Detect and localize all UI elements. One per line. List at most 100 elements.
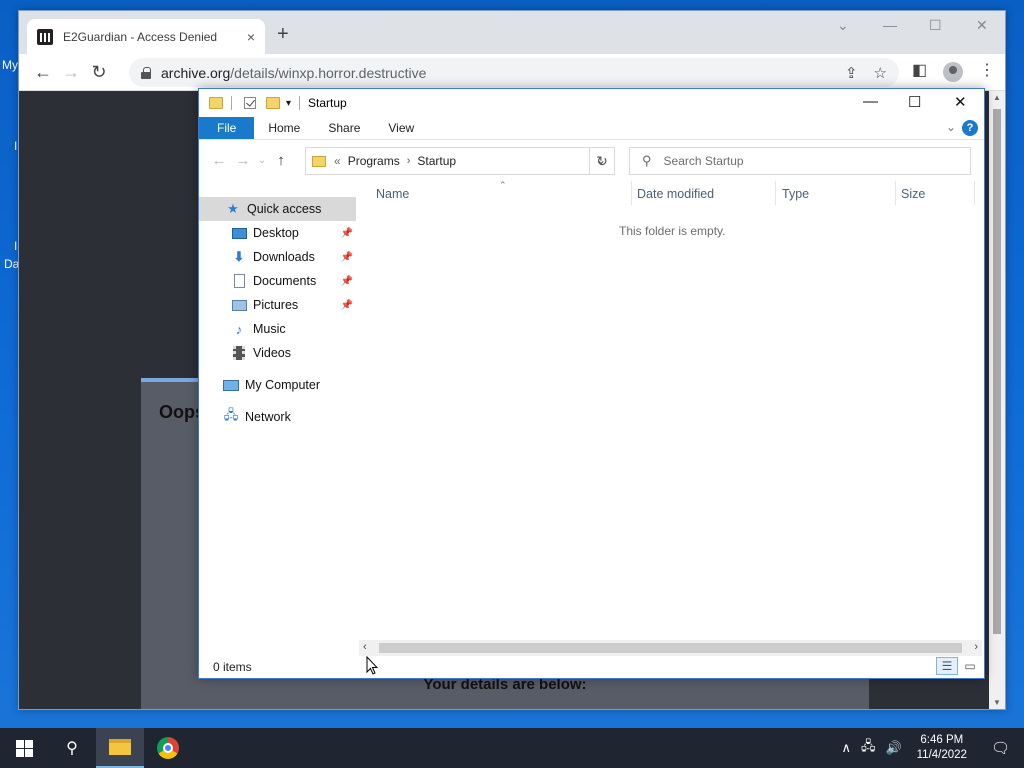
file-explorer-window: ▾ Startup — ☐ ✕ File Home Share View ⌄ ?… <box>198 88 985 679</box>
breadcrumb-programs[interactable]: Programs <box>348 154 400 168</box>
forward-arrow-icon[interactable]: → <box>231 152 255 169</box>
recent-locations-chevron-icon[interactable]: ⌄ <box>255 155 269 166</box>
notifications-icon[interactable]: 🗨 <box>977 739 1024 757</box>
start-button[interactable] <box>0 728 48 768</box>
up-arrow-icon[interactable]: ↑ <box>269 152 293 169</box>
side-panel-icon[interactable]: ◧ <box>912 60 927 80</box>
tab-search-chevron-icon[interactable]: ⌄ <box>837 17 849 34</box>
horizontal-scrollbar[interactable]: ‹ › <box>359 640 982 656</box>
explorer-title: Startup <box>308 96 347 110</box>
large-icons-view-icon[interactable]: ▭ <box>959 657 981 675</box>
breadcrumb-overflow[interactable]: « <box>334 154 341 168</box>
scrollbar-thumb[interactable] <box>993 109 1001 634</box>
desktop-icon-label[interactable]: I <box>14 239 17 253</box>
column-size[interactable]: Size <box>901 187 925 201</box>
close-button[interactable]: ✕ <box>954 93 967 111</box>
pin-icon[interactable]: 📌 <box>341 276 353 287</box>
browser-toolbar: ← → ↻ archive.org/details/winxp.horror.d… <box>19 54 1005 91</box>
maximize-button[interactable]: ☐ <box>929 17 942 34</box>
nav-network[interactable]: 🖧 Network <box>199 405 356 429</box>
desktop-icon-label[interactable]: My <box>2 58 18 72</box>
desktop-icon-label[interactable]: I <box>14 139 17 153</box>
reload-icon[interactable]: ↻ <box>85 58 113 86</box>
music-note-icon: ♪ <box>235 321 243 337</box>
profile-avatar[interactable] <box>943 62 963 82</box>
clock[interactable]: 6:46 PM 11/4/2022 <box>907 733 977 763</box>
minimize-button[interactable]: — <box>863 93 878 110</box>
breadcrumb-startup[interactable]: Startup <box>417 154 456 168</box>
column-type[interactable]: Type <box>782 187 809 201</box>
refresh-button[interactable]: ↻ <box>589 147 615 175</box>
search-icon: ⚲ <box>66 740 78 757</box>
quick-access-dropdown-icon[interactable]: ▾ <box>286 98 291 109</box>
menu-dots-icon[interactable]: ⋮ <box>979 60 995 80</box>
back-arrow-icon[interactable]: ← <box>29 58 57 86</box>
close-button[interactable]: ✕ <box>976 17 988 34</box>
tab-file[interactable]: File <box>199 117 255 139</box>
nav-pictures[interactable]: Pictures 📌 <box>199 293 356 317</box>
column-name[interactable]: Name <box>376 187 409 201</box>
tab-close-icon[interactable]: × <box>247 29 255 45</box>
expand-ribbon-chevron-icon[interactable]: ⌄ <box>946 120 956 134</box>
pin-icon[interactable]: 📌 <box>341 300 353 311</box>
nav-documents[interactable]: Documents 📌 <box>199 269 356 293</box>
minimize-button[interactable]: — <box>883 17 897 33</box>
new-tab-button[interactable]: + <box>277 23 289 46</box>
taskbar: ⚲ ∧ 🖧 🔊 6:46 PM 11/4/2022 🗨 <box>0 728 1024 768</box>
lock-icon[interactable] <box>141 66 151 79</box>
help-icon[interactable]: ? <box>962 120 978 136</box>
maximize-button[interactable]: ☐ <box>908 93 921 111</box>
share-icon[interactable]: ⇪ <box>845 64 858 82</box>
nav-desktop[interactable]: Desktop 📌 <box>199 221 356 245</box>
show-hidden-icons-chevron-icon[interactable]: ∧ <box>836 740 856 756</box>
clock-time: 6:46 PM <box>920 734 964 746</box>
scroll-left-icon[interactable]: ‹ <box>363 641 367 653</box>
star-icon: ★ <box>227 201 239 216</box>
network-status-icon[interactable]: 🖧 <box>856 737 881 759</box>
properties-check-icon[interactable] <box>244 97 256 109</box>
nav-quick-access[interactable]: ★ Quick access <box>199 197 356 221</box>
tab-share[interactable]: Share <box>314 117 374 139</box>
new-folder-icon[interactable] <box>266 97 280 109</box>
search-button[interactable]: ⚲ <box>48 728 96 768</box>
tab-home[interactable]: Home <box>254 117 314 139</box>
film-icon <box>231 346 247 360</box>
scroll-up-icon[interactable]: ▲ <box>993 93 1001 102</box>
picture-icon <box>231 298 247 312</box>
download-arrow-icon: ⬇ <box>233 249 245 264</box>
nav-videos[interactable]: Videos <box>199 341 356 365</box>
nav-my-computer[interactable]: My Computer <box>199 373 356 397</box>
nav-label: Quick access <box>247 202 322 216</box>
details-view-icon[interactable]: ☰ <box>936 657 958 675</box>
folder-icon <box>209 97 223 109</box>
taskbar-file-explorer[interactable] <box>96 728 144 768</box>
pin-icon[interactable]: 📌 <box>341 228 353 239</box>
nav-music[interactable]: ♪ Music <box>199 317 356 341</box>
search-box[interactable]: ⚲ Search Startup <box>629 147 971 175</box>
clock-date: 11/4/2022 <box>916 749 967 761</box>
bookmark-star-icon[interactable]: ☆ <box>874 64 887 82</box>
system-tray: ∧ 🖧 🔊 6:46 PM 11/4/2022 🗨 <box>836 728 1024 768</box>
scroll-right-icon[interactable]: › <box>974 641 978 653</box>
browser-tab[interactable]: E2Guardian - Access Denied × <box>27 19 265 54</box>
scrollbar-thumb[interactable] <box>379 643 962 653</box>
column-date-modified[interactable]: Date modified <box>637 187 714 201</box>
nav-downloads[interactable]: ⬇ Downloads 📌 <box>199 245 356 269</box>
forward-arrow-icon[interactable]: → <box>57 58 85 86</box>
taskbar-chrome[interactable] <box>144 728 192 768</box>
tab-view[interactable]: View <box>374 117 428 139</box>
scroll-down-icon[interactable]: ▼ <box>993 698 1001 707</box>
folder-icon <box>312 155 326 167</box>
tab-title: E2Guardian - Access Denied <box>63 29 218 44</box>
pin-icon[interactable]: 📌 <box>341 252 353 263</box>
item-count: 0 items <box>213 660 252 674</box>
address-bar[interactable]: « Programs › Startup ⌄ <box>305 147 615 175</box>
search-icon: ⚲ <box>642 153 652 168</box>
back-arrow-icon[interactable]: ← <box>207 152 231 169</box>
computer-icon <box>223 378 239 392</box>
page-scrollbar[interactable]: ▲ ▼ <box>989 91 1005 709</box>
volume-icon[interactable]: 🔊 <box>880 740 906 756</box>
address-bar[interactable]: archive.org/details/winxp.horror.destruc… <box>129 58 899 87</box>
desktop-icon <box>231 226 247 240</box>
nav-label: Downloads <box>253 250 315 264</box>
